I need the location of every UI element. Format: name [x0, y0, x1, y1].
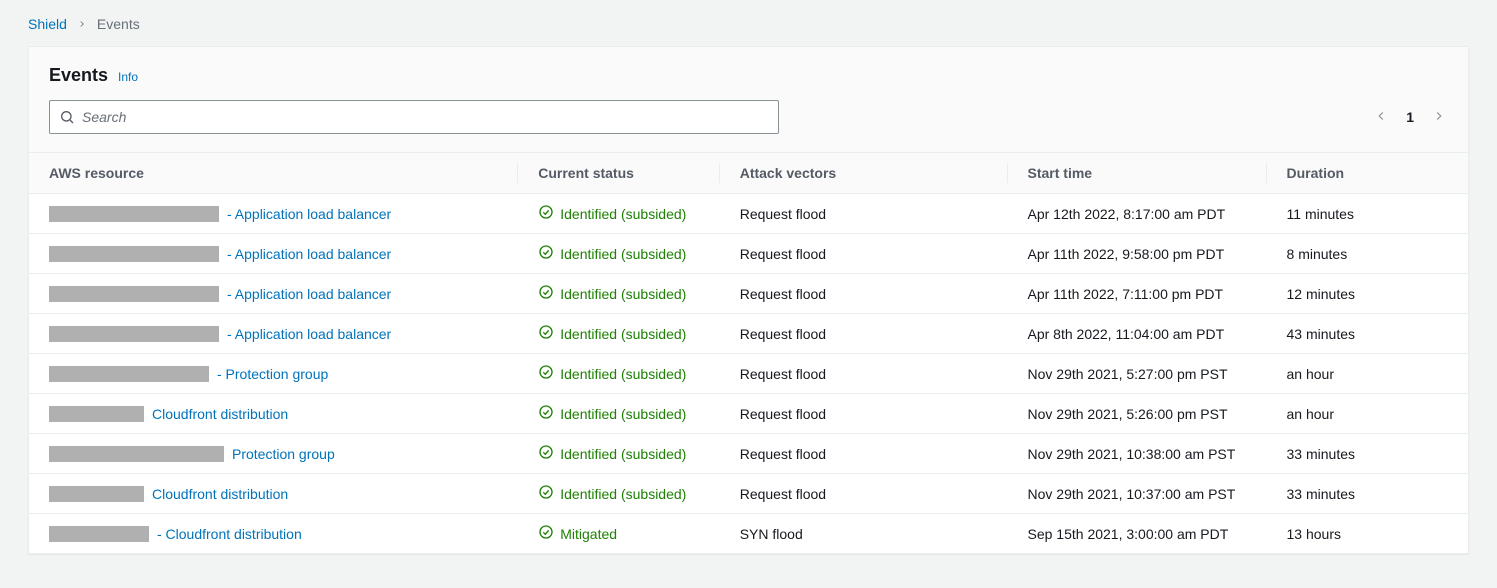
table-row: - Application load balancer Identified (s…: [29, 194, 1468, 234]
events-table: AWS resource Current status Attack vecto…: [29, 152, 1468, 553]
breadcrumb-shield-link[interactable]: Shield: [28, 16, 67, 32]
breadcrumb: Shield Events: [28, 12, 1469, 46]
next-page-button[interactable]: [1430, 107, 1448, 128]
prev-page-button[interactable]: [1372, 107, 1390, 128]
search-field: [49, 100, 779, 134]
redacted-block: [49, 526, 149, 542]
attack-vector: SYN flood: [720, 514, 1008, 554]
duration: 13 hours: [1267, 514, 1468, 554]
table-row: - Cloudfront distribution Mitigated SYN fl…: [29, 514, 1468, 554]
redacted-block: [49, 446, 224, 462]
status-ok-icon: [538, 524, 554, 543]
attack-vector: Request flood: [720, 234, 1008, 274]
chevron-right-icon: [1432, 109, 1446, 126]
redacted-block: [49, 366, 209, 382]
start-time: Nov 29th 2021, 5:27:00 pm PST: [1008, 354, 1267, 394]
redacted-block: [49, 326, 219, 342]
status-text: Mitigated: [560, 526, 617, 542]
redacted-block: [49, 406, 144, 422]
table-row: - Protection group Identified (subsided) R…: [29, 354, 1468, 394]
col-header-status[interactable]: Current status: [518, 153, 719, 194]
events-panel: Events Info 1: [28, 46, 1469, 554]
status-ok-icon: [538, 364, 554, 383]
current-page: 1: [1406, 109, 1414, 125]
attack-vector: Request flood: [720, 394, 1008, 434]
table-row: Protection group Identified (subsided) Req…: [29, 434, 1468, 474]
resource-link[interactable]: - Application load balancer: [227, 326, 391, 342]
table-row: - Application load balancer Identified (s…: [29, 314, 1468, 354]
duration: 43 minutes: [1267, 314, 1468, 354]
duration: 11 minutes: [1267, 194, 1468, 234]
status-ok-icon: [538, 324, 554, 343]
resource-link[interactable]: Protection group: [232, 446, 335, 462]
duration: an hour: [1267, 394, 1468, 434]
table-row: Cloudfront distribution Identified (subsi…: [29, 474, 1468, 514]
start-time: Apr 11th 2022, 7:11:00 pm PDT: [1008, 274, 1267, 314]
redacted-block: [49, 206, 219, 222]
page-title: Events: [49, 65, 108, 86]
status-ok-icon: [538, 404, 554, 423]
table-row: - Application load balancer Identified (s…: [29, 234, 1468, 274]
resource-link[interactable]: Cloudfront distribution: [152, 406, 288, 422]
pagination: 1: [1372, 107, 1448, 128]
attack-vector: Request flood: [720, 314, 1008, 354]
col-header-duration[interactable]: Duration: [1267, 153, 1468, 194]
search-input[interactable]: [49, 100, 779, 134]
col-header-start[interactable]: Start time: [1008, 153, 1267, 194]
start-time: Nov 29th 2021, 10:37:00 am PST: [1008, 474, 1267, 514]
start-time: Nov 29th 2021, 10:38:00 am PST: [1008, 434, 1267, 474]
status-ok-icon: [538, 284, 554, 303]
status-text: Identified (subsided): [560, 326, 686, 342]
status-ok-icon: [538, 444, 554, 463]
resource-link[interactable]: - Application load balancer: [227, 246, 391, 262]
status-text: Identified (subsided): [560, 246, 686, 262]
status-ok-icon: [538, 244, 554, 263]
table-row: Cloudfront distribution Identified (subsi…: [29, 394, 1468, 434]
duration: 33 minutes: [1267, 474, 1468, 514]
status-ok-icon: [538, 204, 554, 223]
duration: 12 minutes: [1267, 274, 1468, 314]
status-text: Identified (subsided): [560, 446, 686, 462]
status-text: Identified (subsided): [560, 366, 686, 382]
attack-vector: Request flood: [720, 194, 1008, 234]
resource-link[interactable]: - Protection group: [217, 366, 328, 382]
status-text: Identified (subsided): [560, 286, 686, 302]
attack-vector: Request flood: [720, 434, 1008, 474]
redacted-block: [49, 286, 219, 302]
duration: an hour: [1267, 354, 1468, 394]
duration: 33 minutes: [1267, 434, 1468, 474]
breadcrumb-current: Events: [97, 16, 140, 32]
status-text: Identified (subsided): [560, 406, 686, 422]
info-link[interactable]: Info: [118, 70, 138, 84]
redacted-block: [49, 246, 219, 262]
attack-vector: Request flood: [720, 474, 1008, 514]
resource-link[interactable]: - Application load balancer: [227, 206, 391, 222]
attack-vector: Request flood: [720, 274, 1008, 314]
start-time: Apr 11th 2022, 9:58:00 pm PDT: [1008, 234, 1267, 274]
resource-link[interactable]: - Application load balancer: [227, 286, 391, 302]
start-time: Nov 29th 2021, 5:26:00 pm PST: [1008, 394, 1267, 434]
col-header-resource[interactable]: AWS resource: [29, 153, 518, 194]
table-row: - Application load balancer Identified (s…: [29, 274, 1468, 314]
start-time: Apr 8th 2022, 11:04:00 am PDT: [1008, 314, 1267, 354]
status-ok-icon: [538, 484, 554, 503]
resource-link[interactable]: - Cloudfront distribution: [157, 526, 302, 542]
resource-link[interactable]: Cloudfront distribution: [152, 486, 288, 502]
status-text: Identified (subsided): [560, 486, 686, 502]
start-time: Sep 15th 2021, 3:00:00 am PDT: [1008, 514, 1267, 554]
attack-vector: Request flood: [720, 354, 1008, 394]
col-header-vectors[interactable]: Attack vectors: [720, 153, 1008, 194]
redacted-block: [49, 486, 144, 502]
duration: 8 minutes: [1267, 234, 1468, 274]
start-time: Apr 12th 2022, 8:17:00 am PDT: [1008, 194, 1267, 234]
chevron-left-icon: [1374, 109, 1388, 126]
chevron-right-icon: [77, 16, 87, 32]
status-text: Identified (subsided): [560, 206, 686, 222]
